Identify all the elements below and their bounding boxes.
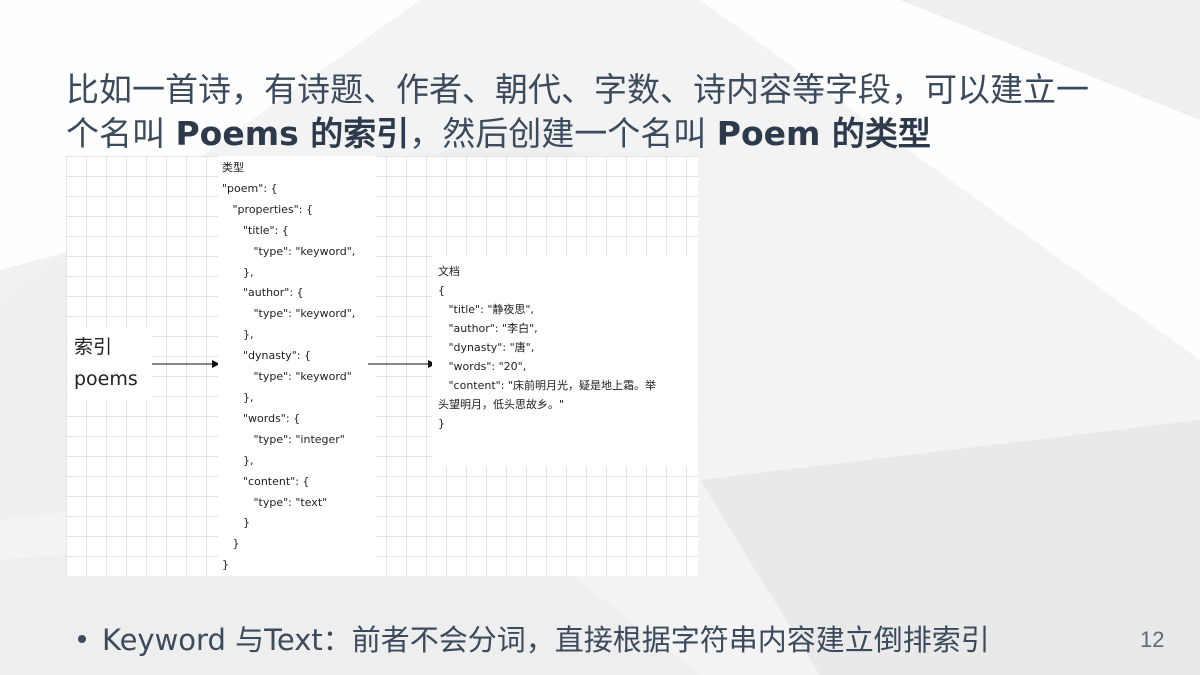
document-code: 文档 { "title": "静夜思", "author": "李白", "dy… xyxy=(438,265,656,430)
page-number: 12 xyxy=(1140,627,1165,652)
bullet-text: Keyword 与Text：前者不会分词，直接根据字符串内容建立倒排索引 xyxy=(102,623,990,657)
heading-text: ，然后创建一个名叫 xyxy=(409,114,717,153)
heading-bold-type: Poem 的类型 xyxy=(716,114,931,153)
bullet-dot-icon xyxy=(78,635,86,643)
heading-text: 个名叫 xyxy=(66,114,176,153)
mapping-diagram: 索引 poems 类型 "poem": { "properties": { "t… xyxy=(66,156,698,576)
type-box: 类型 "poem": { "properties": { "title": { … xyxy=(218,156,376,576)
document-box: 文档 { "title": "静夜思", "author": "李白", "dy… xyxy=(432,256,698,466)
bullet-point: Keyword 与Text：前者不会分词，直接根据字符串内容建立倒排索引 xyxy=(78,620,1138,660)
index-box: 索引 poems xyxy=(68,328,152,400)
heading-line-1: 比如一首诗，有诗题、作者、朝代、字数、诗内容等字段，可以建立一 xyxy=(66,70,1089,109)
index-name: poems xyxy=(74,368,138,390)
slide-heading: 比如一首诗，有诗题、作者、朝代、字数、诗内容等字段，可以建立一 个名叫 Poem… xyxy=(66,68,1146,156)
heading-line-2: 个名叫 Poems 的索引，然后创建一个名叫 Poem 的类型 xyxy=(66,112,1146,156)
type-mapping-code: 类型 "poem": { "properties": { "title": { … xyxy=(222,161,356,572)
arrow-index-to-type xyxy=(152,360,220,368)
index-label: 索引 xyxy=(74,336,113,358)
heading-bold-index: Poems 的索引 xyxy=(175,114,410,153)
arrow-type-to-doc xyxy=(368,360,436,368)
